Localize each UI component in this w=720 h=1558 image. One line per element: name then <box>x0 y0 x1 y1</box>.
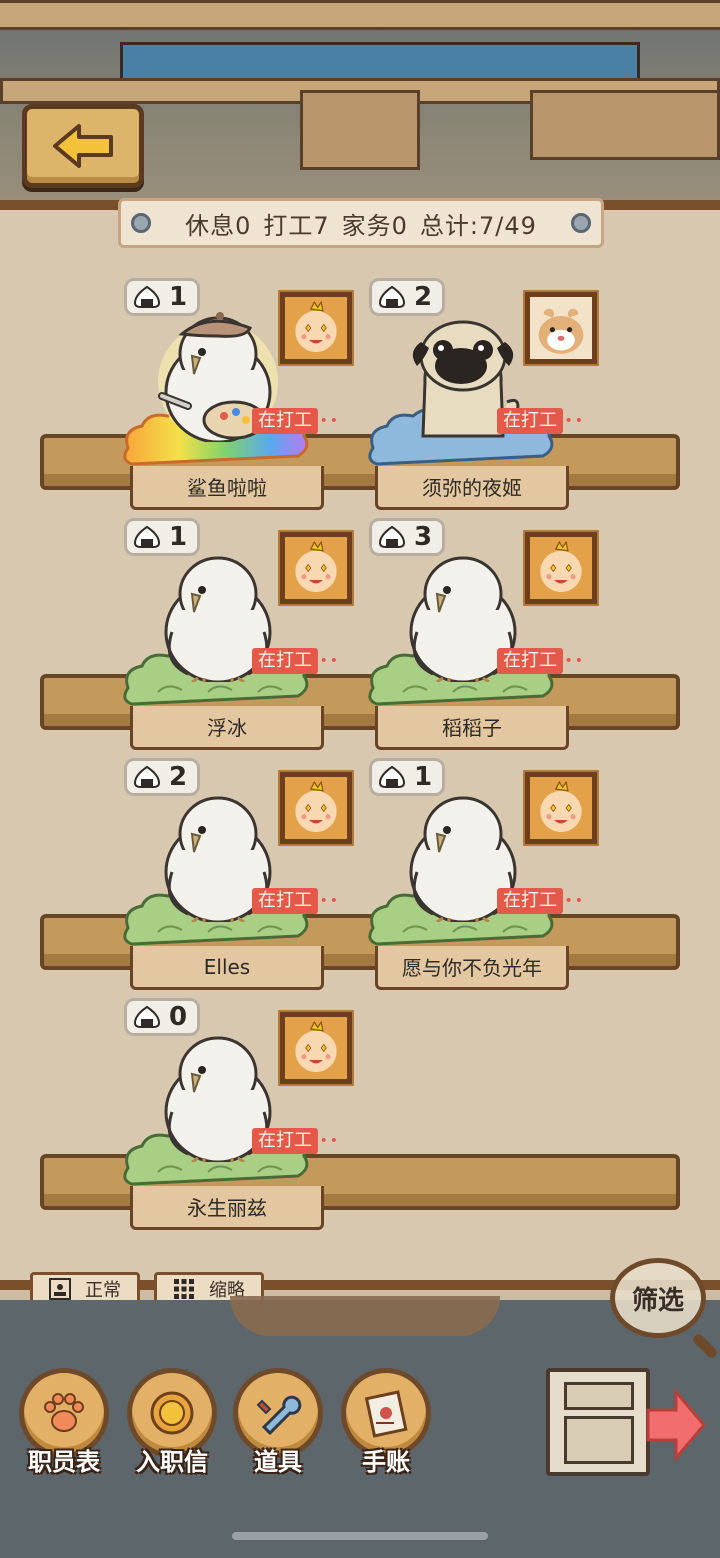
hamster-icon <box>530 297 592 359</box>
reward-count: 1 <box>414 762 433 792</box>
filter-button[interactable]: 筛选 <box>610 1258 706 1338</box>
offer-letter-label: 入职信 <box>136 1448 208 1476</box>
cabinet-drawer <box>564 1416 634 1464</box>
reward-count: 2 <box>414 282 433 312</box>
staff-card[interactable]: 3 在打工 稻稻子 <box>369 518 609 758</box>
customer-portrait[interactable] <box>278 530 354 606</box>
offer-letter-button[interactable]: 入职信 <box>126 1368 218 1477</box>
journal-label: 手账 <box>362 1448 410 1476</box>
customer-portrait[interactable] <box>278 770 354 846</box>
customer-portrait[interactable] <box>278 290 354 366</box>
face-icon <box>285 777 347 839</box>
arrow-left-icon <box>53 124 113 168</box>
customer-portrait[interactable] <box>278 1010 354 1086</box>
staff-name: Elles <box>130 946 324 990</box>
reward-count-bubble: 1 <box>124 278 200 316</box>
arrow-right-icon[interactable] <box>646 1388 706 1462</box>
staff-list-label: 职员表 <box>28 1448 100 1476</box>
grid-icon <box>174 1279 194 1299</box>
reward-count-bubble: 1 <box>124 518 200 556</box>
rice-ball-icon <box>378 525 406 549</box>
journal-button[interactable]: 手账 <box>340 1368 432 1477</box>
status-summary: 休息0 打工7 家务0 总计:7/49 <box>118 198 604 248</box>
items-button[interactable]: 道具 <box>232 1368 324 1477</box>
staff-name: 鲨鱼啦啦 <box>130 466 324 510</box>
staff-card[interactable]: 1 在打工 浮冰 <box>124 518 364 758</box>
reward-count: 3 <box>414 522 433 552</box>
staff-list-button[interactable]: 职员表 <box>18 1368 110 1477</box>
home-indicator <box>232 1532 488 1540</box>
working-tag: 在打工 <box>252 1128 340 1154</box>
id-card-icon <box>49 1278 71 1300</box>
staff-name: 永生丽兹 <box>130 1186 324 1230</box>
staff-name: 浮冰 <box>130 706 324 750</box>
staff-card[interactable]: 0 在打工 永生丽兹 <box>124 998 364 1238</box>
working-tag: 在打工 <box>252 888 340 914</box>
wrench-icon <box>256 1395 302 1436</box>
reward-count: 2 <box>169 762 188 792</box>
reward-count-bubble: 0 <box>124 998 200 1036</box>
reward-count-bubble: 3 <box>369 518 445 556</box>
customer-portrait[interactable] <box>523 530 599 606</box>
staff-name: 须弥的夜姬 <box>375 466 569 510</box>
reward-count: 1 <box>169 522 188 552</box>
skylight <box>120 42 640 82</box>
back-button[interactable] <box>22 104 144 188</box>
cabinet[interactable] <box>546 1368 650 1476</box>
reward-count-bubble: 2 <box>124 758 200 796</box>
ceiling-beam <box>0 0 720 30</box>
reward-count-bubble: 2 <box>369 278 445 316</box>
face-icon <box>285 537 347 599</box>
face-icon <box>530 777 592 839</box>
filter-label: 筛选 <box>631 1285 684 1316</box>
paw-icon <box>44 1393 84 1432</box>
items-label: 道具 <box>254 1448 302 1476</box>
view-normal-label: 正常 <box>85 1280 121 1301</box>
face-icon <box>530 537 592 599</box>
rice-ball-icon <box>378 285 406 309</box>
rice-ball-icon <box>133 285 161 309</box>
customer-portrait[interactable] <box>523 290 599 366</box>
ceiling-beam <box>530 90 720 160</box>
rug <box>230 1296 500 1336</box>
nail-icon <box>571 213 591 233</box>
face-icon <box>285 1017 347 1079</box>
rice-ball-icon <box>133 1005 161 1029</box>
rice-ball-icon <box>133 525 161 549</box>
customer-portrait[interactable] <box>523 770 599 846</box>
working-tag: 在打工 <box>497 408 585 434</box>
nail-icon <box>131 213 151 233</box>
face-icon <box>285 297 347 359</box>
working-tag: 在打工 <box>252 408 340 434</box>
reward-count-bubble: 1 <box>369 758 445 796</box>
rice-ball-icon <box>133 765 161 789</box>
reward-count: 1 <box>169 282 188 312</box>
working-tag: 在打工 <box>497 888 585 914</box>
reward-count: 0 <box>169 1002 188 1032</box>
staff-card[interactable]: 2 在打工 须弥的夜姬 <box>369 278 609 518</box>
working-tag: 在打工 <box>252 648 340 674</box>
coin-icon <box>150 1391 194 1435</box>
cabinet-drawer <box>564 1382 634 1410</box>
notebook-icon <box>364 1390 408 1438</box>
staff-card[interactable]: 2 在打工 Elles <box>124 758 364 998</box>
rest-count: 休息0 <box>185 211 252 240</box>
working-tag: 在打工 <box>497 648 585 674</box>
chores-count: 家务0 <box>341 211 408 240</box>
work-count: 打工7 <box>263 211 330 240</box>
staff-card[interactable]: 1 在打工 鲨鱼啦啦 <box>124 278 364 518</box>
staff-name: 稻稻子 <box>375 706 569 750</box>
staff-name: 愿与你不负光年 <box>375 946 569 990</box>
total-count: 总计:7/49 <box>419 211 537 240</box>
ceiling-beam <box>300 90 420 170</box>
staff-card[interactable]: 1 在打工 愿与你不负光年 <box>369 758 609 998</box>
rice-ball-icon <box>378 765 406 789</box>
